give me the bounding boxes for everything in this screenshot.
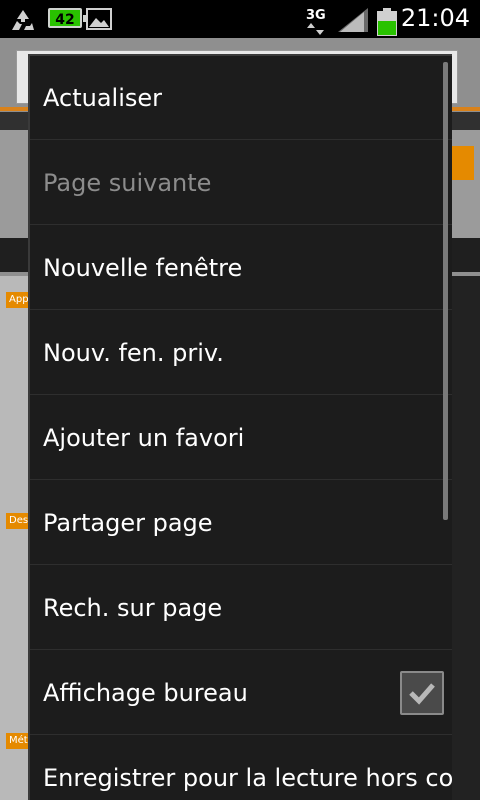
menu-item-label: Partager page bbox=[43, 509, 213, 537]
menu-item-forward: Page suivante bbox=[30, 141, 452, 225]
site-search-button[interactable] bbox=[450, 146, 474, 180]
image-icon bbox=[86, 8, 112, 30]
category-tag[interactable]: Des bbox=[6, 513, 30, 529]
menu-item-share-page[interactable]: Partager page bbox=[30, 481, 452, 565]
data-arrows-icon bbox=[307, 23, 324, 35]
category-tag[interactable]: App bbox=[6, 292, 30, 308]
menu-item-label: Nouvelle fenêtre bbox=[43, 254, 243, 282]
check-icon bbox=[409, 683, 435, 705]
menu-item-refresh[interactable]: Actualiser bbox=[30, 56, 452, 140]
menu-item-label: Affichage bureau bbox=[43, 679, 248, 707]
menu-item-label: Page suivante bbox=[43, 169, 212, 197]
menu-scrollbar[interactable] bbox=[443, 62, 448, 520]
network-type-label: 3G bbox=[306, 8, 326, 23]
battery-icon bbox=[377, 8, 397, 36]
recycle-icon bbox=[12, 10, 34, 30]
menu-item-new-window[interactable]: Nouvelle fenêtre bbox=[30, 226, 452, 310]
battery-level-icon: 42 bbox=[48, 8, 86, 28]
sidebar-column bbox=[452, 276, 480, 800]
status-bar: 42 3G 21:04 bbox=[0, 0, 480, 38]
menu-item-save-offline[interactable]: Enregistrer pour la lecture hors co bbox=[30, 736, 452, 800]
menu-item-label: Ajouter un favori bbox=[43, 424, 245, 452]
category-tag[interactable]: Mét bbox=[6, 733, 30, 749]
menu-item-label: Rech. sur page bbox=[43, 594, 223, 622]
menu-item-find-on-page[interactable]: Rech. sur page bbox=[30, 566, 452, 650]
menu-item-add-bookmark[interactable]: Ajouter un favori bbox=[30, 396, 452, 480]
clock: 21:04 bbox=[400, 4, 470, 32]
menu-item-label: Nouv. fen. priv. bbox=[43, 339, 224, 367]
network-type-icon: 3G bbox=[306, 8, 330, 40]
browser-options-menu: Actualiser Page suivante Nouvelle fenêtr… bbox=[28, 54, 452, 800]
signal-strength-icon bbox=[338, 8, 368, 32]
article-column bbox=[0, 276, 30, 800]
desktop-view-checkbox[interactable] bbox=[400, 671, 444, 715]
menu-item-desktop-view[interactable]: Affichage bureau bbox=[30, 651, 452, 735]
menu-item-new-private-window[interactable]: Nouv. fen. priv. bbox=[30, 311, 452, 395]
menu-item-label: Actualiser bbox=[43, 84, 162, 112]
menu-item-label: Enregistrer pour la lecture hors co bbox=[43, 764, 452, 792]
